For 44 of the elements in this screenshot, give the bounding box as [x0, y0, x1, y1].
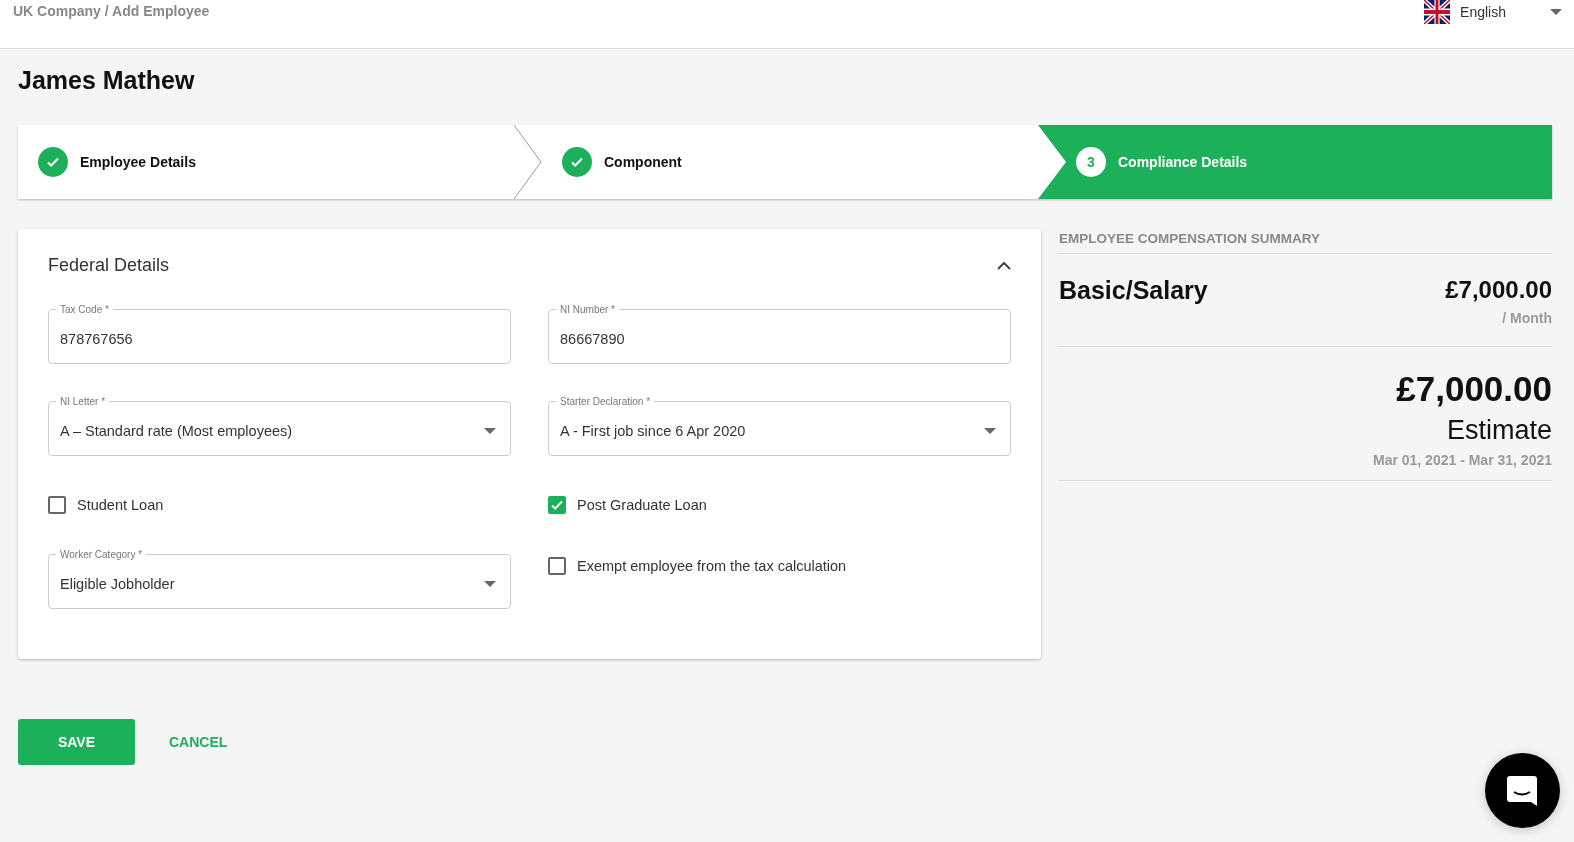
estimate-label: Estimate	[1446, 415, 1552, 446]
field-value: 878767656	[60, 330, 133, 347]
chevron-icon	[997, 261, 1011, 270]
step[interactable]: Employee Details	[18, 125, 514, 199]
field-label: Tax Code *	[56, 304, 113, 315]
chat-button[interactable]	[1485, 753, 1560, 828]
dropdown-caret-icon	[984, 427, 996, 434]
step-label: Employee Details	[80, 154, 196, 170]
checkbox-label: Post Graduate Loan	[577, 497, 707, 513]
field-value: Eligible Jobholder	[60, 575, 175, 592]
dropdown-caret-icon	[484, 580, 496, 587]
field-label: Starter Declaration *	[556, 396, 655, 407]
page-title: James Mathew	[18, 66, 196, 95]
field-value: A - First job since 6 Apr 2020	[560, 422, 746, 439]
checkbox-label: Exempt employee from the tax calculation	[577, 558, 847, 574]
checkbox-label: Student Loan	[77, 497, 164, 513]
period-label: / Month	[1502, 310, 1552, 326]
field-value: 86667890	[560, 330, 625, 347]
field-value: A – Standard rate (Most employees)	[60, 422, 293, 439]
breadcrumb: UK Company / Add Employee	[13, 3, 210, 19]
total-amount: £7,000.00	[1396, 369, 1552, 409]
dropdown-caret-icon	[1550, 9, 1562, 15]
component-amount: £7,000.00	[1445, 276, 1552, 304]
section-title: Federal Details	[48, 255, 170, 276]
summary-heading: EMPLOYEE COMPENSATION SUMMARY	[1059, 229, 1552, 254]
field-label: NI Number *	[556, 304, 619, 315]
field-label: Worker Category *	[56, 549, 147, 560]
step-label: Compliance Details	[1118, 154, 1248, 170]
step-label: Component	[604, 154, 682, 170]
checkbox[interactable]	[548, 496, 566, 514]
step-number: 3	[1076, 147, 1106, 177]
check-icon	[550, 498, 564, 512]
step[interactable]: Component	[542, 125, 1038, 199]
chat-bubble-icon	[1505, 773, 1540, 808]
dropdown-caret-icon	[484, 427, 496, 434]
checkbox[interactable]	[548, 557, 566, 575]
language-selector[interactable]: English	[1424, 0, 1562, 24]
check-icon	[46, 155, 60, 169]
field-label: NI Letter *	[56, 396, 110, 407]
date-range: Mar 01, 2021 - Mar 31, 2021	[1373, 452, 1552, 468]
component-name: Basic/Salary	[1059, 276, 1208, 306]
check-icon	[570, 155, 584, 169]
checkbox[interactable]	[48, 496, 66, 514]
collapse-button[interactable]	[997, 261, 1011, 270]
